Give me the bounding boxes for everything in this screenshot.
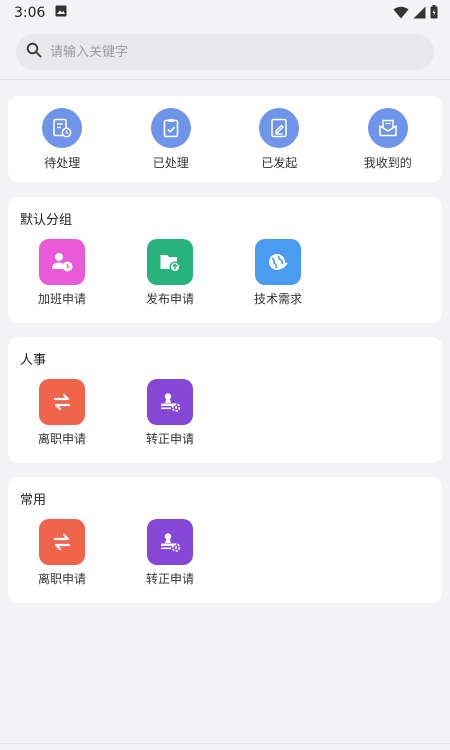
app-tech-requirement[interactable]: 技术需求	[224, 239, 332, 307]
pending-icon	[42, 108, 83, 148]
regularize-icon	[147, 519, 193, 565]
quick-action-processed[interactable]: 已处理	[117, 96, 226, 182]
search-box[interactable]	[16, 34, 434, 70]
quick-action-label: 已发起	[261, 156, 298, 170]
publish-icon	[147, 239, 193, 285]
quick-action-label: 已处理	[152, 156, 189, 170]
resign-icon	[39, 379, 85, 425]
app-label: 离职申请	[37, 572, 86, 586]
status-time: 3:06	[14, 5, 46, 21]
group-title: 人事	[20, 353, 47, 368]
status-bar: 3:06	[0, 0, 450, 26]
bottom-divider	[0, 743, 450, 744]
search-input[interactable]	[48, 43, 412, 61]
app-overtime-request[interactable]: 加班申请	[8, 239, 116, 307]
signal-icon	[413, 4, 426, 23]
group-card-default: 默认分组 加班申请 发布申请 技术需求	[8, 197, 442, 323]
regularize-icon	[147, 379, 193, 425]
search-area	[0, 26, 450, 80]
app-resignation-request[interactable]: 离职申请	[8, 519, 116, 587]
app-label: 技术需求	[253, 292, 302, 306]
quick-action-label: 待处理	[44, 156, 81, 170]
wifi-icon	[393, 4, 409, 23]
processed-icon	[150, 108, 191, 148]
initiated-icon	[259, 108, 300, 148]
group-title: 默认分组	[20, 213, 73, 228]
app-label: 发布申请	[145, 292, 194, 306]
quick-action-initiated[interactable]: 已发起	[225, 96, 334, 182]
app-label: 加班申请	[37, 292, 86, 306]
group-title: 常用	[20, 493, 47, 508]
app-label: 转正申请	[145, 432, 194, 446]
tech-icon	[255, 239, 301, 285]
group-card-hr: 人事 离职申请 转正申请	[8, 337, 442, 463]
app-label: 转正申请	[145, 572, 194, 586]
quick-action-label: 我收到的	[363, 156, 412, 170]
app-label: 离职申请	[37, 432, 86, 446]
search-icon	[26, 42, 42, 62]
quick-action-pending[interactable]: 待处理	[8, 96, 117, 182]
quick-actions-card: 待处理 已处理 已发起 我收到的	[8, 96, 442, 182]
overtime-icon	[39, 239, 85, 285]
app-publish-request[interactable]: 发布申请	[116, 239, 224, 307]
app-resignation-request[interactable]: 离职申请	[8, 379, 116, 447]
gallery-icon	[55, 5, 67, 21]
battery-icon	[430, 4, 438, 23]
app-regularization-request[interactable]: 转正申请	[116, 379, 224, 447]
resign-icon	[39, 519, 85, 565]
app-regularization-request[interactable]: 转正申请	[116, 519, 224, 587]
group-card-common: 常用 离职申请 转正申请	[8, 477, 442, 603]
inbox-icon	[367, 108, 408, 148]
quick-action-inbox[interactable]: 我收到的	[334, 96, 443, 182]
